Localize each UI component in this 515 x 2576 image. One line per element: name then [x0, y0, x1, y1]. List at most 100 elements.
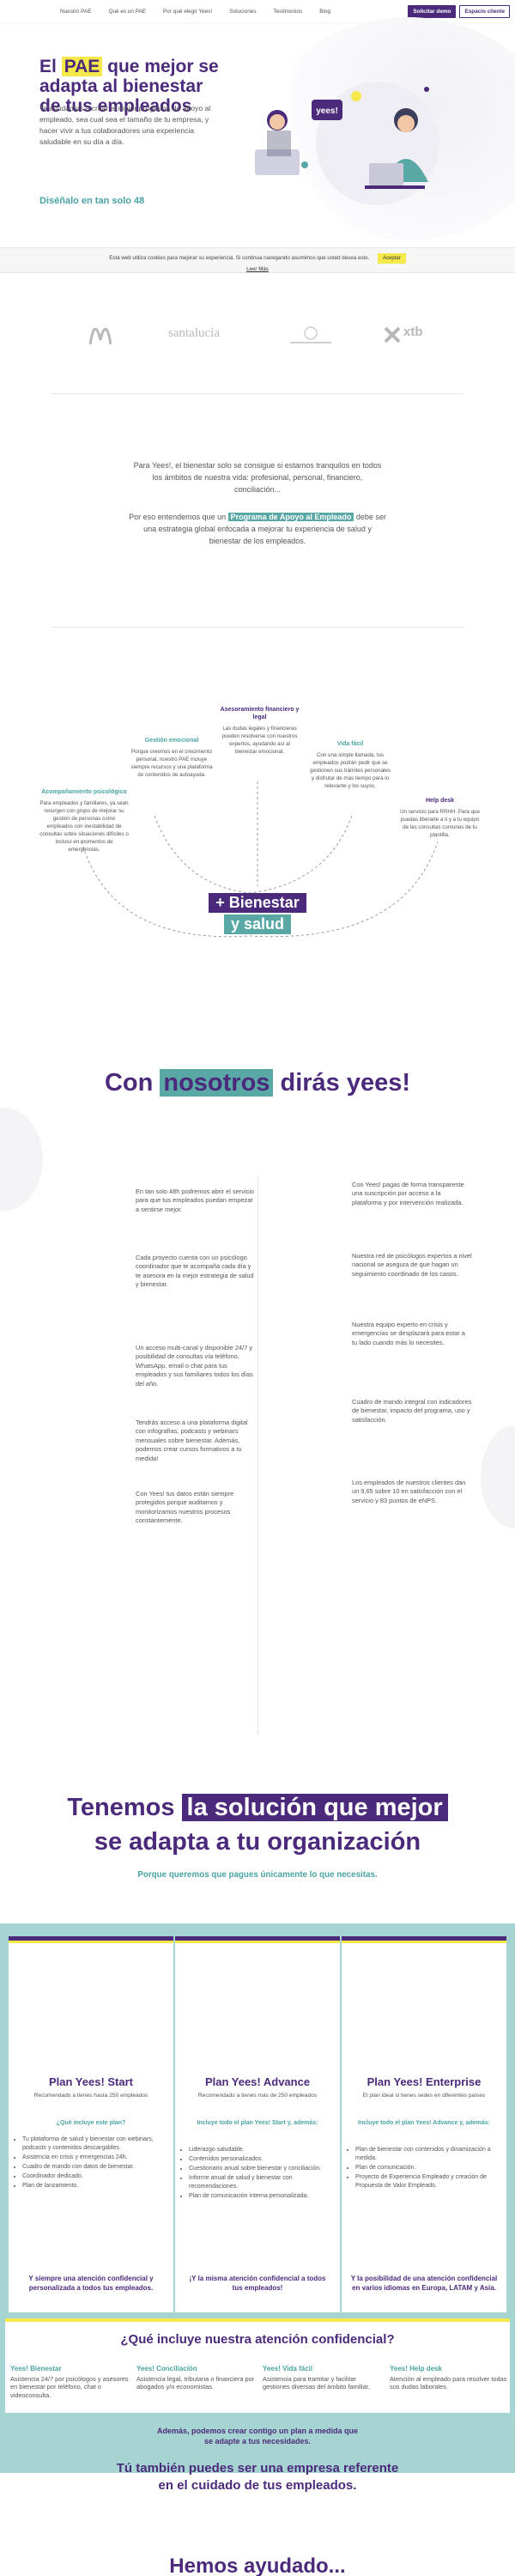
conf-col-help-desk-title: Yees! Help desk: [390, 2365, 442, 2372]
bienestar-line2: y salud: [223, 914, 292, 934]
plan-advance-rec: Recomendado a tienes más de 250 empleado…: [197, 2093, 318, 2099]
bienestar-line1: + Bienestar: [209, 893, 306, 913]
conf-col-vida-facil: Yees! Vida fácil Asistencia para tramita…: [263, 2365, 383, 2391]
plan-enterprise-rec: El plan ideal si tienes sedes en diferen…: [362, 2093, 486, 2099]
plan-enterprise-question: Incluye todo el plan Yees! Advance y, ad…: [358, 2120, 490, 2126]
feature-left-3: Un acceso multi-canal y disponible 24/7 …: [136, 1344, 253, 1388]
plan-enterprise-footer: Y la posibilidad de una atención confide…: [350, 2275, 498, 2292]
tenemos-title: Tenemos la solución que mejor se adapta …: [0, 1790, 515, 1859]
plan-advance-item: Liderazgo saludable.: [189, 2146, 333, 2154]
feature-right-5: Los empleados de nuestros clientes dan u…: [352, 1479, 466, 1504]
conf-col-conciliacion-text: Asistencia legal, tributaria o financier…: [136, 2374, 255, 2391]
service-vida-facil: Vida fácil Con una simple llamada, tus e…: [309, 740, 391, 790]
conf-col-help-desk-text: Atención al empleado para resolver todas…: [390, 2374, 507, 2391]
plan-start-question: ¿Qué incluye este plan?: [56, 2120, 126, 2126]
nav-link-nuestro-pae[interactable]: Nuestro PAE: [60, 9, 91, 15]
service-psicologico-title: Acompañamiento psicológico: [41, 789, 127, 795]
confidential-box: ¿Qué incluye nuestra atención confidenci…: [5, 2318, 510, 2413]
service-emocional: Gestión emocional Porque creemos en el c…: [129, 737, 215, 779]
plan-advance-name: Plan Yees! Advance: [204, 2075, 311, 2088]
divider-mid: [52, 627, 464, 628]
divider-top: [52, 393, 464, 394]
service-vida-facil-title: Vida fácil: [336, 741, 364, 747]
plan-enterprise-item: Proyecto de Experiencia Empleado y creac…: [355, 2173, 500, 2190]
service-financiero-text: Las dudas legales y financieras pueden r…: [221, 726, 298, 755]
plan-advance-card: Plan Yees! Advance Recomendado a tienes …: [175, 1936, 340, 2312]
plan-start-item: Asistencia en crisis y emergencias 24h.: [22, 2154, 167, 2162]
conf-col-vida-facil-text: Asistencia para tramitar y facilitar ges…: [263, 2374, 370, 2391]
plan-start-item: Cuadro de mando con datos de bienestar.: [22, 2163, 167, 2172]
santalucia-logo: santalucía: [168, 326, 220, 340]
deco-circle-right: [481, 1425, 515, 1528]
nav-link-que-es[interactable]: Qué es un PAE: [108, 9, 146, 15]
conf-col-bienestar-title: Yees! Bienestar: [10, 2365, 62, 2372]
service-help-desk: Help desk Un servicio para RRHH. Para qu…: [399, 797, 481, 839]
feature-right-2: Nuestra red de psicólogos expertos a niv…: [352, 1252, 472, 1278]
intro-paragraph-1: Para Yees!, el bienestar solo se consigu…: [133, 461, 382, 494]
feature-right-4: Cuadro de mando integral con indicadores…: [352, 1398, 472, 1424]
confidential-title: ¿Qué incluye nuestra atención confidenci…: [120, 2332, 395, 2347]
plan-start-card: Plan Yees! Start Recomendado a tienes ha…: [9, 1936, 173, 2312]
conf-col-bienestar: Yees! Bienestar Asistencia 24/7 por psic…: [10, 2365, 130, 2399]
plan-advance-item: Contenidos personalizados.: [189, 2155, 333, 2164]
client-logos: santalucía xtb: [0, 316, 515, 359]
feature-left-5: Con Yees! tus datos están siempre proteg…: [136, 1490, 234, 1525]
bienestar-badge: + Bienestar y salud: [203, 893, 312, 934]
intro-p2-highlight: Programa de Apoyo al Empleado: [227, 513, 354, 521]
plan-advance-item: Cuestionario anual sobre bienestar y con…: [189, 2165, 333, 2173]
service-psicologico: Acompañamiento psicológico Para empleado…: [39, 788, 129, 854]
plan-advance-item: Plan de comunicación interna personaliza…: [189, 2192, 333, 2201]
seal-logo: [290, 326, 331, 343]
nav-links: Nuestro PAE Qué es un PAE Por qué elegir…: [60, 9, 330, 15]
nav-link-blog[interactable]: Blog: [319, 9, 330, 15]
plan-enterprise-list: Plan de bienestar con contenidos y dinam…: [355, 2146, 500, 2191]
nav-link-soluciones[interactable]: Soluciones: [229, 9, 256, 15]
xtb-mark-icon: [385, 326, 400, 343]
intro-paragraph-2: Por eso entendemos que un Programa de Ap…: [129, 511, 386, 547]
bottom-section-title: Hemos ayudado...: [169, 2555, 346, 2576]
service-financiero: Asesoramiento financiero y legal Las dud…: [219, 706, 300, 756]
deco-circle-left: [0, 1108, 43, 1211]
intro-p2-pre: Por eso entendemos que un: [129, 513, 227, 521]
tenemos-line2: se adapta a tu organización: [94, 1828, 421, 1856]
conn-pre: Con: [104, 1069, 154, 1097]
plan-enterprise-name: Plan Yees! Enterprise: [367, 2075, 482, 2088]
conf-col-conciliacion: Yees! Conciliación Asistencia legal, tri…: [136, 2365, 257, 2391]
plan-advance-item: Informe anual de salud y bienestar con r…: [189, 2174, 333, 2191]
plan-enterprise-card: Plan Yees! Enterprise El plan ideal si t…: [342, 1936, 506, 2312]
plan-start-item: Tu plataforma de salud y bienestar con w…: [22, 2136, 167, 2153]
feature-left-4: Tendrás acceso a una plataforma digital …: [136, 1419, 248, 1462]
service-emocional-title: Gestión emocional: [144, 738, 199, 744]
hero-title-pre: El: [39, 57, 57, 76]
ademas-text: Además, podemos crear contigo un plan a …: [0, 2426, 515, 2446]
conf-col-help-desk: Yees! Help desk Atención al empleado par…: [390, 2365, 510, 2391]
cookie-more-link[interactable]: Leer Más: [0, 266, 515, 272]
conf-col-conciliacion-title: Yees! Conciliación: [136, 2365, 197, 2372]
tenemos-pre: Tenemos: [67, 1794, 175, 1821]
feature-right-1: Con Yees! pagas de forma transparente un…: [352, 1181, 464, 1206]
nav-link-testimonios[interactable]: Testimonios: [274, 9, 303, 15]
mcdonalds-logo: [89, 328, 112, 345]
cookie-accept-button[interactable]: Aceptar: [378, 253, 406, 264]
plan-enterprise-item: Plan de bienestar con contenidos y dinam…: [355, 2146, 500, 2163]
tu-line1: Tú también puedes ser una empresa refere…: [116, 2461, 399, 2476]
service-vida-facil-text: Con una simple llamada, tus empleados po…: [310, 752, 391, 789]
plan-start-footer: Y siempre una atención confidencial y pe…: [28, 2275, 154, 2292]
plan-advance-question: Incluye todo el plan Yees! Start y, adem…: [197, 2120, 318, 2126]
tu-line2: en el cuidado de tus empleados.: [158, 2478, 357, 2493]
hero-subtitle: Diséñalo en tan solo 48: [39, 196, 145, 206]
plan-start-list: Tu plataforma de salud y bienestar con w…: [22, 2136, 167, 2191]
hero-text: Te ayudamos a crear el mejor programa de…: [39, 104, 211, 146]
client-area-button[interactable]: Espacio cliente: [459, 4, 510, 18]
request-demo-button[interactable]: Solicitar demo: [408, 4, 457, 18]
service-emocional-text: Porque creemos en el crecimiento persona…: [130, 749, 213, 778]
hero-title-highlight: PAE: [61, 57, 103, 76]
ademas-line2: se adapte a tus necesidades.: [203, 2437, 312, 2445]
cookie-banner: Esta web utiliza cookies para mejorar su…: [0, 247, 515, 273]
cookie-text: Esta web utiliza cookies para mejorar su…: [109, 255, 370, 261]
page: Nuestro PAE Qué es un PAE Por qué elegir…: [0, 0, 515, 2576]
nav-link-por-que[interactable]: Por qué elegir Yees!: [163, 9, 212, 15]
service-help-desk-title: Help desk: [425, 798, 455, 804]
feature-right-3: Nuestra equipo experto en crisis y emerg…: [352, 1321, 465, 1346]
ademas-line1: Además, podemos crear contigo un plan a …: [156, 2427, 359, 2435]
